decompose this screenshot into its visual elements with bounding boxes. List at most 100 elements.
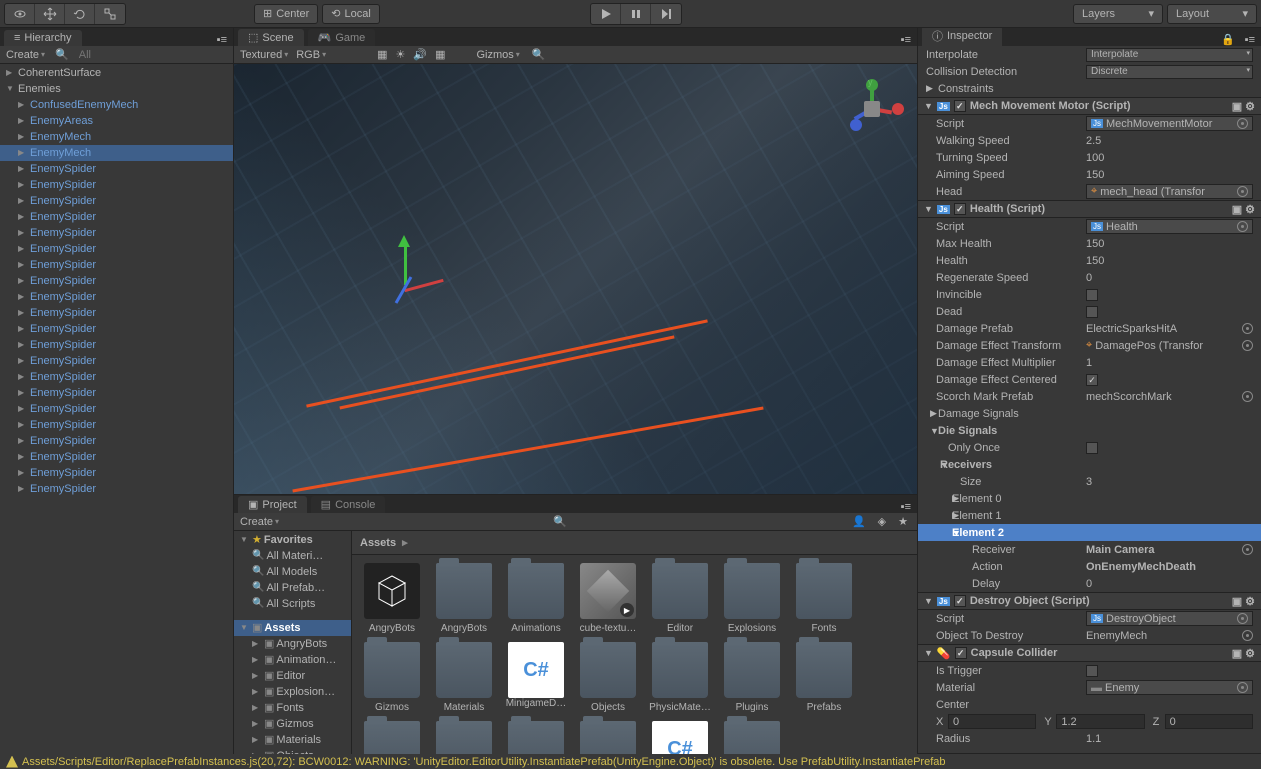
scene-viewport[interactable]: y xyxy=(234,64,917,494)
asset-item[interactable]: Objects xyxy=(576,642,640,713)
create-dropdown[interactable]: Create xyxy=(6,49,45,61)
asset-item[interactable]: AngryBots xyxy=(360,563,424,634)
head-field[interactable]: ⌖mech_head (Transfor xyxy=(1086,184,1253,199)
status-bar[interactable]: Assets/Scripts/Editor/ReplacePrefabInsta… xyxy=(0,754,1261,769)
hierarchy-item[interactable]: ▶EnemySpider xyxy=(0,273,233,289)
fx-toggle[interactable]: ▦ xyxy=(432,48,448,61)
folder-item[interactable]: ▶▣Explosion… xyxy=(234,684,351,700)
recv-label[interactable]: Receivers xyxy=(940,459,992,471)
el2-label[interactable]: Element 2 xyxy=(952,527,1004,539)
pause-button[interactable] xyxy=(621,4,651,24)
panel-menu[interactable]: ▪≡ xyxy=(895,501,917,513)
delay-val[interactable]: 0 xyxy=(1086,578,1253,590)
hierarchy-item[interactable]: ▶EnemySpider xyxy=(0,433,233,449)
light-toggle[interactable]: ☀ xyxy=(392,48,408,61)
dead-check[interactable] xyxy=(1086,306,1098,318)
2d-toggle[interactable]: ▦ xyxy=(374,48,390,61)
folder-item[interactable]: ▶▣Fonts xyxy=(234,700,351,716)
dmgsig-label[interactable]: Damage Signals xyxy=(938,408,1019,420)
health-val[interactable]: 150 xyxy=(1086,255,1253,267)
folder-item[interactable]: ▶▣AngryBots xyxy=(234,636,351,652)
layers-dropdown[interactable]: Layers▾ xyxy=(1073,4,1163,24)
move-tool[interactable] xyxy=(35,4,65,24)
hand-tool[interactable] xyxy=(5,4,35,24)
hierarchy-item[interactable]: ▶EnemySpider xyxy=(0,193,233,209)
inv-check[interactable] xyxy=(1086,289,1098,301)
pivot-mode[interactable]: ⊞Center xyxy=(254,4,318,24)
transform-gizmo[interactable] xyxy=(384,245,444,305)
hierarchy-item[interactable]: ▶EnemySpider xyxy=(0,161,233,177)
project-create[interactable]: Create xyxy=(240,516,279,528)
rotate-tool[interactable] xyxy=(65,4,95,24)
size-val[interactable]: 3 xyxy=(1086,476,1253,488)
hierarchy-tab[interactable]: ≡Hierarchy xyxy=(4,30,82,46)
once-check[interactable] xyxy=(1086,442,1098,454)
capsule-enabled[interactable] xyxy=(955,647,967,659)
hscript-field[interactable]: JsHealth xyxy=(1086,219,1253,234)
assets-root[interactable]: ▼▣Assets xyxy=(234,620,351,636)
asset-item[interactable]: PhysicMate… xyxy=(648,642,712,713)
project-search[interactable] xyxy=(573,514,843,529)
play-button[interactable] xyxy=(591,4,621,24)
hierarchy-item[interactable]: ▶EnemySpider xyxy=(0,353,233,369)
hierarchy-item[interactable]: ▶EnemySpider xyxy=(0,401,233,417)
dmgp-val[interactable]: ElectricSparksHitA xyxy=(1086,323,1242,335)
asset-item[interactable]: C#SignalRece… xyxy=(648,721,712,754)
hierarchy-tree[interactable]: ▶CoherentSurface▼Enemies▶ConfusedEnemyMe… xyxy=(0,64,233,754)
dmgm-val[interactable]: 1 xyxy=(1086,357,1253,369)
scene-tab[interactable]: ⬚Scene xyxy=(238,29,304,46)
hierarchy-item[interactable]: ▶EnemySpider xyxy=(0,177,233,193)
asset-item[interactable]: Scripts xyxy=(504,721,568,754)
el0-label[interactable]: Element 0 xyxy=(952,493,1002,505)
favorite-item[interactable]: 🔍All Scripts xyxy=(234,596,351,612)
asset-item[interactable]: ▶cube-textu… xyxy=(576,563,640,634)
filter-icon[interactable]: 👤 xyxy=(849,515,869,528)
y-input[interactable] xyxy=(1056,714,1144,729)
hierarchy-item[interactable]: ▶ConfusedEnemyMech xyxy=(0,97,233,113)
audio-toggle[interactable]: 🔊 xyxy=(410,48,430,61)
diesig-label[interactable]: Die Signals xyxy=(938,425,997,437)
dscript-field[interactable]: JsDestroyObject xyxy=(1086,611,1253,626)
folder-item[interactable]: ▶▣Materials xyxy=(234,732,351,748)
hierarchy-item[interactable]: ▶EnemySpider xyxy=(0,385,233,401)
regen-val[interactable]: 0 xyxy=(1086,272,1253,284)
asset-item[interactable]: Animations xyxy=(504,563,568,634)
component-destroy[interactable]: ▼JsDestroy Object (Script)▣ ⚙ xyxy=(918,592,1261,610)
x-input[interactable] xyxy=(948,714,1036,729)
breadcrumb[interactable]: Assets▸ xyxy=(352,531,917,555)
scale-tool[interactable] xyxy=(95,4,125,24)
radius-val[interactable]: 1.1 xyxy=(1086,733,1253,745)
collision-dropdown[interactable]: Discrete xyxy=(1086,65,1253,79)
folder-item[interactable]: ▶▣Animation… xyxy=(234,652,351,668)
hierarchy-item[interactable]: ▶EnemySpider xyxy=(0,465,233,481)
component-mech-motor[interactable]: ▼JsMech Movement Motor (Script)▣ ⚙ xyxy=(918,97,1261,115)
asset-item[interactable]: Sounds xyxy=(720,721,784,754)
script-field[interactable]: JsMechMovementMotor xyxy=(1086,116,1253,131)
favorite-item[interactable]: 🔍All Prefab… xyxy=(234,580,351,596)
hierarchy-item[interactable]: ▶EnemySpider xyxy=(0,257,233,273)
asset-item[interactable]: Resources xyxy=(360,721,424,754)
dobj-val[interactable]: EnemyMech xyxy=(1086,630,1242,642)
constraints-label[interactable]: Constraints xyxy=(938,83,994,95)
asset-item[interactable]: Prefabs xyxy=(792,642,856,713)
aim-val[interactable]: 150 xyxy=(1086,169,1253,181)
hierarchy-item[interactable]: ▶EnemyAreas xyxy=(0,113,233,129)
favorite-item[interactable]: 🔍All Materi… xyxy=(234,548,351,564)
asset-item[interactable]: Explosions xyxy=(720,563,784,634)
hierarchy-item[interactable]: ▶EnemySpider xyxy=(0,417,233,433)
asset-item[interactable]: Plugins xyxy=(720,642,784,713)
folder-item[interactable]: ▶▣Gizmos xyxy=(234,716,351,732)
el1-label[interactable]: Element 1 xyxy=(952,510,1002,522)
hierarchy-item[interactable]: ▶EnemySpider xyxy=(0,481,233,497)
shading-mode[interactable]: Textured xyxy=(240,49,288,61)
hierarchy-item[interactable]: ▶EnemyMech xyxy=(0,129,233,145)
orientation-gizmo[interactable]: y xyxy=(842,79,902,139)
project-tab[interactable]: ▣Project xyxy=(238,496,307,513)
hierarchy-item[interactable]: ▶EnemySpider xyxy=(0,241,233,257)
asset-item[interactable]: C#MinigameD… xyxy=(504,642,568,713)
asset-item[interactable]: AngryBots xyxy=(432,563,496,634)
mech-enabled[interactable] xyxy=(954,100,966,112)
component-capsule[interactable]: ▼💊Capsule Collider▣ ⚙ xyxy=(918,644,1261,662)
interpolate-dropdown[interactable]: Interpolate xyxy=(1086,48,1253,62)
asset-item[interactable]: Editor xyxy=(648,563,712,634)
